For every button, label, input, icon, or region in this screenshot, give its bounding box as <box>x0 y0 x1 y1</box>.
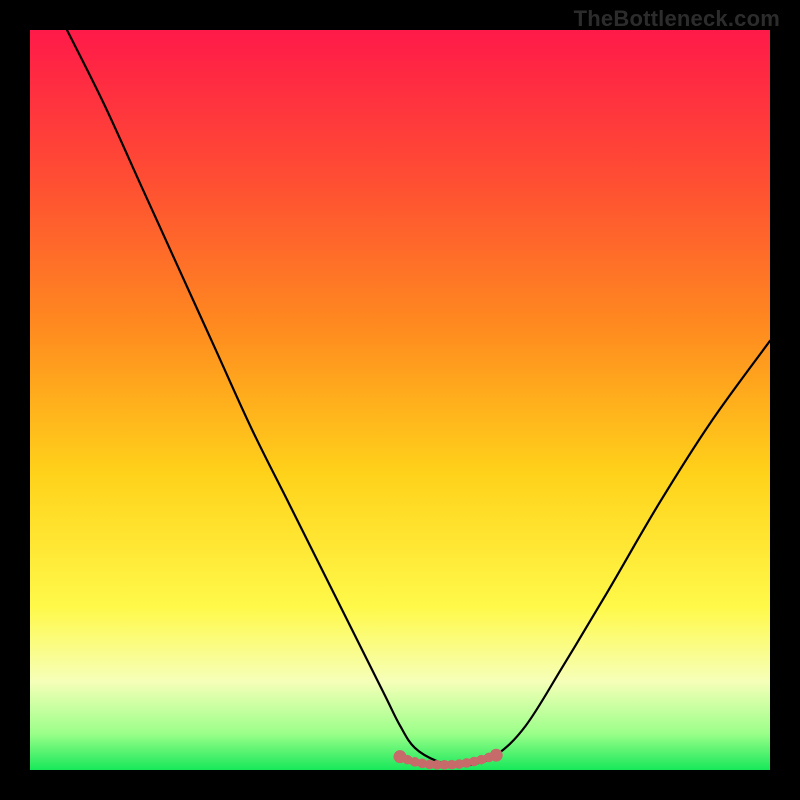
highlight-end <box>394 750 407 763</box>
plot-area <box>30 30 770 770</box>
gradient-bg <box>30 30 770 770</box>
watermark: TheBottleneck.com <box>574 6 780 32</box>
chart-frame: TheBottleneck.com <box>0 0 800 800</box>
highlight-end <box>490 749 503 762</box>
chart-svg <box>30 30 770 770</box>
